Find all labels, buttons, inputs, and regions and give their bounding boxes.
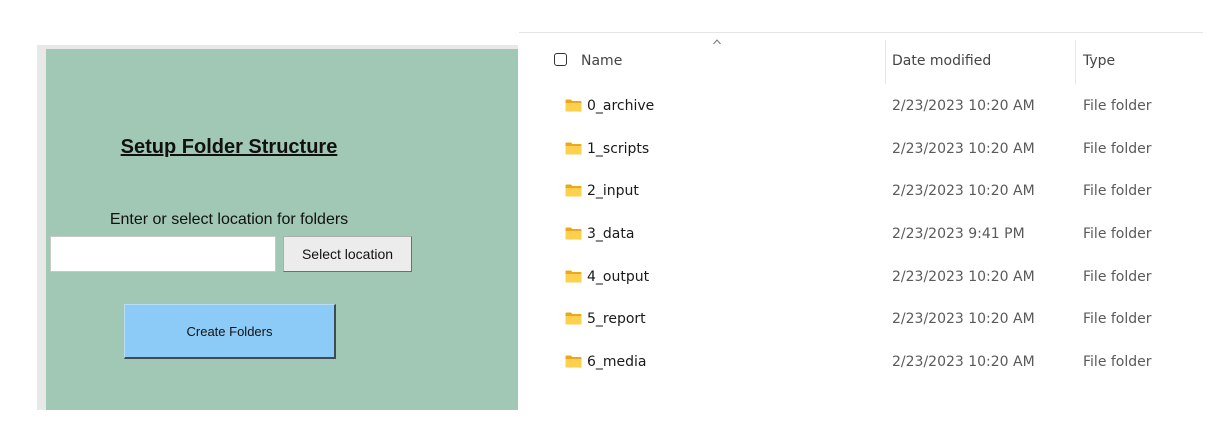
column-header-date[interactable]: Date modified [892, 53, 991, 69]
file-row-5-report[interactable]: 5_report 2/23/2023 10:20 AM File folder [519, 299, 1215, 342]
file-type: File folder [1083, 268, 1152, 285]
select-location-button[interactable]: Select location [283, 236, 412, 272]
folder-icon [565, 99, 582, 112]
column-header-row: Name Date modified Type [519, 40, 1215, 84]
setup-form-container: Setup Folder Structure Enter or select l… [37, 45, 518, 410]
create-folders-button[interactable]: Create Folders [124, 304, 336, 359]
file-type: File folder [1083, 311, 1152, 328]
folder-icon [565, 227, 582, 240]
file-list: 0_archive 2/23/2023 10:20 AM File folder… [519, 86, 1215, 385]
column-header-type[interactable]: Type [1083, 53, 1115, 69]
folder-icon [565, 184, 582, 197]
file-type: File folder [1083, 98, 1152, 114]
folder-icon [565, 312, 582, 325]
file-explorer: Name Date modified Type 0_archive 2/23/2… [519, 0, 1215, 421]
file-date: 2/23/2023 10:20 AM [892, 311, 1035, 328]
file-row-1-scripts[interactable]: 1_scripts 2/23/2023 10:20 AM File folder [519, 129, 1215, 172]
file-name: 0_archive [587, 98, 655, 114]
file-name: 3_data [587, 225, 635, 242]
location-input[interactable] [50, 236, 276, 272]
form-title: Setup Folder Structure [120, 136, 338, 158]
column-header-name[interactable]: Name [581, 53, 622, 69]
file-type: File folder [1083, 183, 1152, 200]
file-row-3-data[interactable]: 3_data 2/23/2023 9:41 PM File folder [519, 214, 1215, 257]
file-name: 4_output [587, 268, 650, 285]
file-row-6-media[interactable]: 6_media 2/23/2023 10:20 AM File folder [519, 342, 1215, 385]
column-divider[interactable] [885, 40, 886, 84]
file-date: 2/23/2023 10:20 AM [892, 140, 1035, 157]
file-date: 2/23/2023 10:20 AM [892, 353, 1035, 370]
file-name: 6_media [587, 353, 647, 370]
folder-icon [565, 270, 582, 283]
file-row-2-input[interactable]: 2_input 2/23/2023 10:20 AM File folder [519, 171, 1215, 214]
column-divider[interactable] [1075, 40, 1076, 84]
file-type: File folder [1083, 353, 1152, 370]
file-date: 2/23/2023 10:20 AM [892, 98, 1035, 114]
file-name: 5_report [587, 311, 646, 328]
file-date: 2/23/2023 9:41 PM [892, 225, 1025, 242]
folder-icon [565, 355, 582, 368]
select-all-checkbox[interactable] [554, 53, 567, 66]
file-name: 2_input [587, 183, 639, 200]
file-name: 1_scripts [587, 140, 650, 157]
setup-form-panel: Setup Folder Structure Enter or select l… [46, 49, 518, 410]
file-row-0-archive[interactable]: 0_archive 2/23/2023 10:20 AM File folder [519, 86, 1215, 129]
folder-icon [565, 142, 582, 155]
location-label: Enter or select location for folders [109, 211, 349, 228]
file-type: File folder [1083, 140, 1152, 157]
divider [519, 32, 1203, 33]
file-date: 2/23/2023 10:20 AM [892, 183, 1035, 200]
file-date: 2/23/2023 10:20 AM [892, 268, 1035, 285]
file-type: File folder [1083, 225, 1152, 242]
file-row-4-output[interactable]: 4_output 2/23/2023 10:20 AM File folder [519, 257, 1215, 300]
